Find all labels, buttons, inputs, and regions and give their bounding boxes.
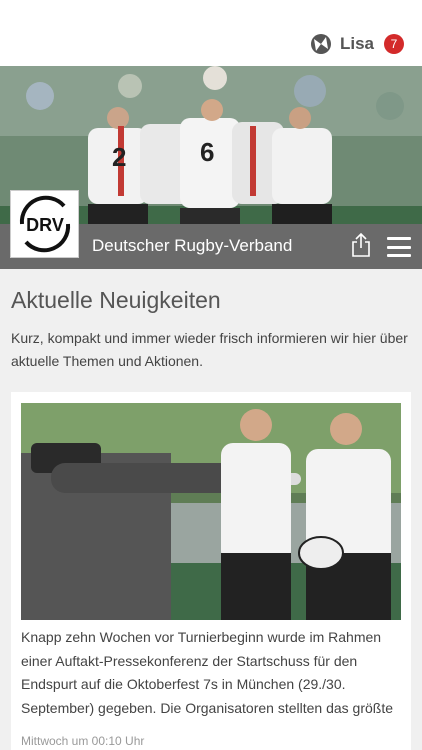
page-title: Aktuelle Neuigkeiten	[11, 287, 221, 313]
jersey-number: 6	[200, 137, 214, 167]
news-image[interactable]	[21, 403, 401, 620]
logo-text: DRV	[26, 215, 64, 235]
drv-logo[interactable]: DRV	[10, 190, 79, 258]
news-card[interactable]: Knapp zehn Wochen vor Turnierbeginn wurd…	[11, 392, 411, 750]
hamburger-menu-icon[interactable]	[387, 237, 411, 257]
organization-title: Deutscher Rugby-Verband	[92, 236, 293, 255]
top-bar: Lisa 7	[0, 0, 422, 66]
section-description: Kurz, kompakt und immer wieder frisch in…	[11, 330, 408, 369]
jersey-number: 2	[112, 142, 126, 172]
news-timestamp: Mittwoch um 00:10 Uhr	[21, 734, 145, 748]
user-menu[interactable]: Lisa 7	[310, 33, 404, 55]
share-icon[interactable]	[350, 232, 372, 258]
ball-icon	[310, 34, 331, 54]
user-name[interactable]: Lisa	[340, 34, 374, 54]
news-excerpt[interactable]: Knapp zehn Wochen vor Turnierbeginn wurd…	[21, 626, 403, 720]
notification-badge[interactable]: 7	[384, 34, 404, 54]
